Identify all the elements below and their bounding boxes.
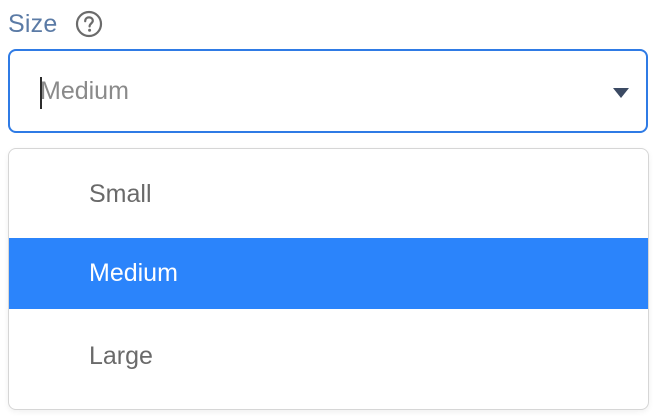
size-field: Size Medium Small Medium Large	[0, 0, 658, 416]
option-label: Small	[89, 179, 152, 208]
option-label: Large	[89, 341, 153, 370]
select-value: Medium	[40, 76, 129, 105]
option-label: Medium	[89, 259, 178, 287]
size-label: Size	[8, 9, 58, 38]
option-large[interactable]: Large	[9, 321, 648, 391]
size-select[interactable]: Medium	[8, 49, 648, 133]
question-circle-icon[interactable]	[75, 10, 103, 38]
size-label-row: Size	[8, 8, 103, 40]
text-caret	[40, 77, 42, 109]
option-small[interactable]: Small	[9, 159, 648, 229]
option-medium[interactable]: Medium	[9, 238, 648, 309]
caret-down-icon[interactable]	[612, 87, 630, 99]
size-dropdown-menu: Small Medium Large	[8, 148, 649, 410]
